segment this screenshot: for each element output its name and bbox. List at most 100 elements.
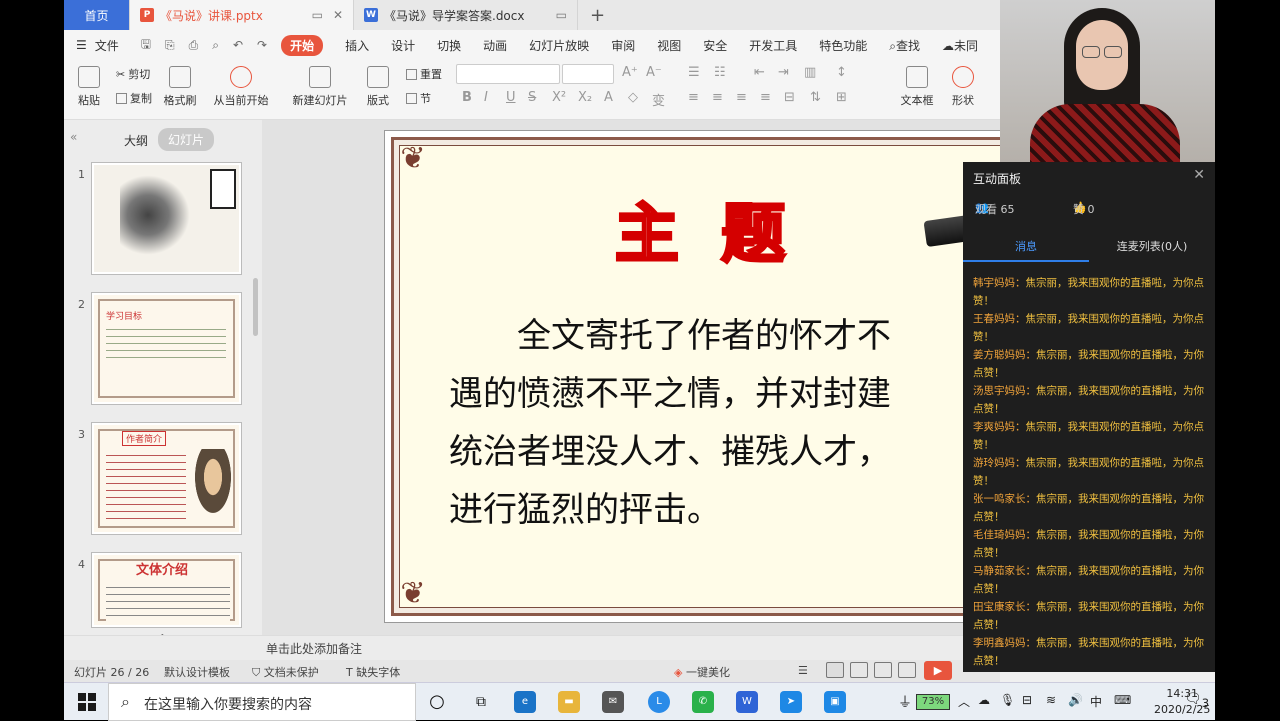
taskbar-search[interactable]: ⌕ 在这里输入你要搜索的内容	[108, 683, 416, 721]
menu-transition[interactable]: 切换	[437, 37, 461, 54]
tab-slides[interactable]: 幻灯片	[158, 128, 215, 151]
menu-icon[interactable]: ☰	[76, 38, 87, 52]
presenter-view-icon[interactable]	[898, 662, 916, 678]
new-tab-button[interactable]: +	[578, 0, 617, 30]
tab-docx[interactable]: W 《马说》导学案答案.docx ▭	[354, 0, 578, 30]
preview-icon[interactable]: ⌕	[212, 38, 219, 53]
align-center-icon[interactable]: ≡	[712, 90, 723, 105]
clear-format-icon[interactable]: ◇	[628, 90, 638, 105]
align-left-icon[interactable]: ≡	[688, 90, 699, 105]
paste-button[interactable]: 粘贴	[74, 66, 104, 108]
cloud-status[interactable]: ☁未同	[942, 37, 978, 54]
app-l-icon[interactable]: L	[648, 691, 670, 713]
tab-pptx[interactable]: P 《马说》讲课.pptx ▭ ✕	[130, 0, 354, 30]
menu-slideshow[interactable]: 幻灯片放映	[529, 37, 589, 54]
notes-toggle-icon[interactable]: ☰	[798, 664, 808, 677]
copy-button[interactable]: 复制	[116, 90, 152, 106]
normal-view-icon[interactable]	[826, 662, 844, 678]
font-color-icon[interactable]: A	[604, 90, 613, 105]
shrink-font-icon[interactable]: A⁻	[646, 65, 662, 80]
tab-messages[interactable]: 消息	[963, 238, 1089, 254]
menu-file[interactable]: 文件	[95, 37, 119, 54]
columns-icon[interactable]: ▥	[804, 65, 816, 80]
notification-center-icon[interactable]: 🗨3	[1184, 691, 1209, 710]
menu-developer[interactable]: 开发工具	[749, 37, 797, 54]
undo-icon[interactable]: ↶	[233, 38, 243, 52]
restore-icon[interactable]: ▭	[312, 8, 323, 22]
menu-design[interactable]: 设计	[391, 37, 415, 54]
slide-thumbnail-1[interactable]	[91, 162, 242, 275]
volume-icon[interactable]: 🔊	[1068, 693, 1083, 707]
tab-home[interactable]: 首页	[64, 0, 130, 30]
restore-icon[interactable]: ▭	[556, 8, 567, 22]
justify-icon[interactable]: ≡	[760, 90, 771, 105]
power-plug-icon[interactable]: ⏚	[898, 692, 912, 712]
text-align-icon[interactable]: ⊞	[836, 90, 847, 105]
format-painter-button[interactable]: 格式刷	[162, 66, 198, 108]
text-direction-icon[interactable]: ⇅	[810, 90, 821, 105]
tab-outline[interactable]: 大纲	[124, 132, 148, 149]
wechat-icon[interactable]: ✆	[692, 691, 714, 713]
slide-thumbnail-4[interactable]: 文体介绍	[91, 552, 242, 628]
close-tab-icon[interactable]: ✕	[333, 8, 343, 22]
document-protection[interactable]: ⛉ 文档未保护	[252, 664, 319, 680]
cortana-icon[interactable]: ○	[426, 691, 448, 713]
keyboard-icon[interactable]: ⌨	[1114, 693, 1131, 707]
slide-title[interactable]: 主 题	[385, 183, 1025, 275]
layout-button[interactable]: 版式	[362, 66, 394, 108]
reading-view-icon[interactable]	[874, 662, 892, 678]
windows-start-icon[interactable]	[78, 693, 96, 711]
menu-view[interactable]: 视图	[657, 37, 681, 54]
collapse-pane-icon[interactable]: «	[70, 130, 77, 144]
numbering-icon[interactable]: ☷	[714, 65, 726, 80]
menu-start[interactable]: 开始	[281, 34, 324, 56]
tab-mic-list[interactable]: 连麦列表(0人)	[1089, 238, 1215, 254]
calendar-app-icon[interactable]: ▣	[824, 691, 846, 713]
design-template[interactable]: 默认设计模板	[164, 664, 230, 680]
reset-button[interactable]: 重置	[406, 66, 442, 82]
bold-icon[interactable]: B	[462, 90, 472, 105]
new-slide-button[interactable]: 新建幻灯片	[290, 66, 350, 108]
close-icon[interactable]: ✕	[1193, 167, 1205, 183]
pane-scrollbar[interactable]	[253, 278, 258, 336]
align-right-icon[interactable]: ≡	[736, 90, 747, 105]
indent-icon[interactable]: ⇥	[778, 65, 789, 80]
print-icon[interactable]: ⎙	[189, 38, 199, 53]
outdent-icon[interactable]: ⇤	[754, 65, 765, 80]
network-icon[interactable]: ⊟	[1022, 693, 1032, 707]
tray-expand-icon[interactable]: ︿	[958, 693, 970, 710]
slide-thumbnail-2[interactable]: 学习目标	[91, 292, 242, 405]
slideshow-play-button[interactable]: ▶	[924, 661, 952, 680]
wps-writer-icon[interactable]: W	[736, 691, 758, 713]
superscript-icon[interactable]: X²	[552, 90, 566, 105]
italic-icon[interactable]: I	[484, 90, 488, 105]
menu-features[interactable]: 特色功能	[819, 37, 867, 54]
task-view-icon[interactable]: ⧉	[470, 691, 492, 713]
line-spacing-icon[interactable]: ↕	[836, 65, 847, 80]
section-button[interactable]: 节	[406, 90, 431, 106]
sorter-view-icon[interactable]	[850, 662, 868, 678]
subscript-icon[interactable]: X₂	[578, 90, 592, 105]
dingtalk-icon[interactable]: ➤	[780, 691, 802, 713]
wifi-icon[interactable]: ≋	[1046, 693, 1056, 707]
grow-font-icon[interactable]: A⁺	[622, 65, 638, 80]
strikethrough-icon[interactable]: S	[528, 90, 536, 105]
bullets-icon[interactable]: ☰	[688, 65, 700, 80]
play-from-current-button[interactable]: 从当前开始	[212, 66, 270, 108]
mail-icon[interactable]: ✉	[602, 691, 624, 713]
slide-body-text[interactable]: 全文寄托了作者的怀才不 遇的愤懑不平之情，并对封建 统治者埋没人才、摧残人才， …	[449, 307, 1029, 539]
edge-icon[interactable]: e	[514, 691, 536, 713]
cut-button[interactable]: ✂ 剪切	[116, 66, 150, 82]
menu-review[interactable]: 审阅	[611, 37, 635, 54]
menu-search[interactable]: ⌕查找	[889, 37, 920, 54]
char-format-icon[interactable]: 变	[652, 90, 665, 109]
microphone-icon[interactable]: 🎙	[1000, 693, 1015, 707]
save-icon[interactable]: 🖫	[141, 35, 151, 56]
shape-button[interactable]: 形状	[948, 66, 978, 108]
input-method-indicator[interactable]: 中	[1090, 693, 1102, 710]
cloud-sync-icon[interactable]: ☁	[978, 693, 990, 707]
file-explorer-icon[interactable]: ▬	[558, 691, 580, 713]
slide-thumbnail-3[interactable]: 作者简介	[91, 422, 242, 535]
one-click-beautify[interactable]: ◈ 一键美化	[674, 664, 730, 680]
notes-area[interactable]: 单击此处添加备注	[64, 635, 1000, 660]
